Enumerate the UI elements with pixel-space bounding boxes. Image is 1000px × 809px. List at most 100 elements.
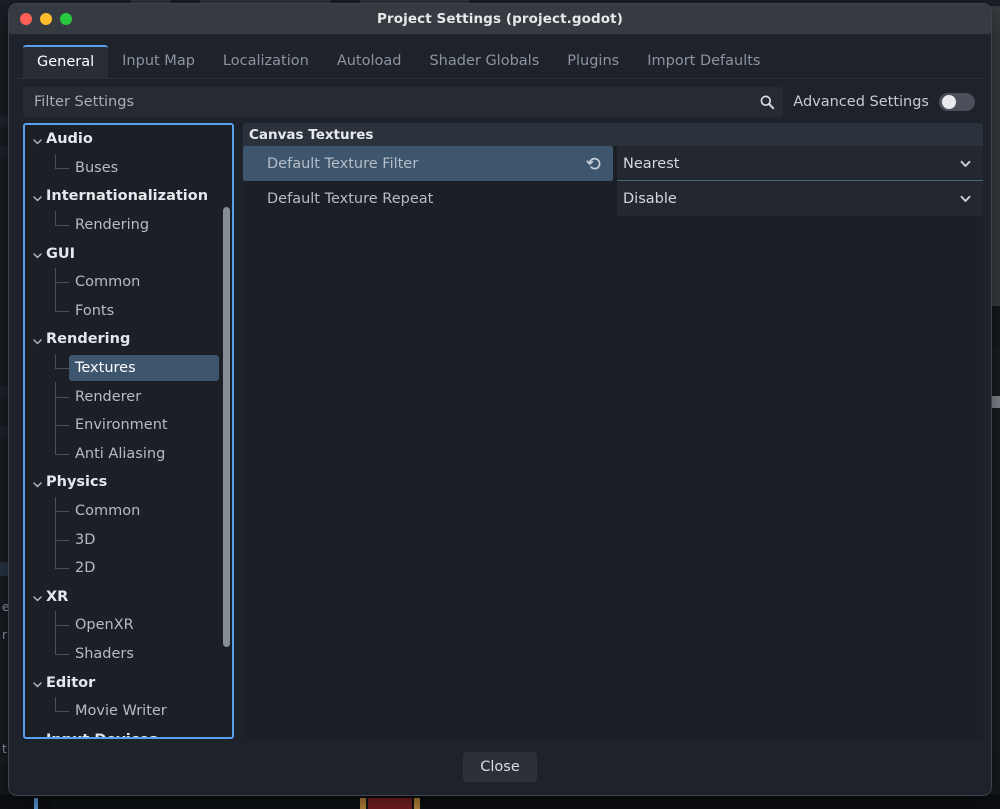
tree-item-audio[interactable]: Audio	[25, 125, 223, 154]
filter-settings-box[interactable]	[23, 87, 783, 117]
tree-item-label: GUI	[46, 246, 75, 262]
tree-item-internationalization[interactable]: Internationalization	[25, 182, 223, 211]
tree-scroll-area: Audio Buses Internationalization	[25, 125, 223, 737]
property-label: Default Texture Filter	[243, 146, 613, 181]
chevron-down-icon[interactable]	[958, 156, 973, 171]
tree-item-textures[interactable]: Textures	[25, 354, 223, 383]
tree-scrollbar[interactable]	[223, 127, 230, 735]
tab-shader-globals[interactable]: Shader Globals	[415, 45, 553, 78]
tree-item-input-devices[interactable]: Input Devices	[25, 725, 223, 737]
tree-item-label: Anti Aliasing	[75, 446, 165, 462]
tree-item-renderer[interactable]: Renderer	[25, 382, 223, 411]
tree-connector	[55, 168, 69, 169]
chevron-down-icon[interactable]	[31, 247, 44, 260]
tree-item-2d[interactable]: 2D	[25, 554, 223, 583]
tree-connector	[55, 297, 56, 311]
tree-item-label: Textures	[75, 360, 136, 376]
tab-input-map[interactable]: Input Map	[108, 45, 209, 78]
tree-connector	[55, 154, 56, 168]
property-row-default-texture-filter[interactable]: Default Texture Filter Nearest	[243, 146, 983, 181]
project-settings-dialog: Project Settings (project.godot) General…	[8, 3, 992, 796]
settings-main-area: Audio Buses Internationalization	[15, 123, 985, 739]
window-close-button[interactable]	[20, 13, 32, 25]
property-label: Default Texture Repeat	[243, 181, 613, 216]
property-row-default-texture-repeat[interactable]: Default Texture Repeat Disable	[243, 181, 983, 216]
window-minimize-button[interactable]	[40, 13, 52, 25]
tree-connector	[55, 625, 69, 626]
tab-localization[interactable]: Localization	[209, 45, 323, 78]
tree-item-environment[interactable]: Environment	[25, 411, 223, 440]
tree-item-label: Buses	[75, 160, 118, 176]
tree-item-label: Internationalization	[46, 188, 208, 204]
tree-item-anti-aliasing[interactable]: Anti Aliasing	[25, 440, 223, 469]
tree-connector	[55, 711, 69, 712]
dropdown-default-texture-filter[interactable]: Nearest	[617, 146, 983, 181]
search-icon[interactable]	[759, 94, 775, 110]
tree-item-label: Shaders	[75, 646, 134, 662]
tree-item-buses[interactable]: Buses	[25, 154, 223, 183]
tree-item-openxr[interactable]: OpenXR	[25, 611, 223, 640]
tree-item-common-physics[interactable]: Common	[25, 497, 223, 526]
tree-item-label: Editor	[46, 675, 95, 691]
tree-item-movie-writer[interactable]: Movie Writer	[25, 697, 223, 726]
tree-item-label: Environment	[75, 417, 168, 433]
settings-category-tree[interactable]: Audio Buses Internationalization	[23, 123, 234, 739]
dropdown-value: Disable	[623, 191, 958, 207]
tree-item-rendering-i18n[interactable]: Rendering	[25, 211, 223, 240]
chevron-down-icon[interactable]	[31, 190, 44, 203]
tree-item-shaders[interactable]: Shaders	[25, 640, 223, 669]
tree-item-rendering[interactable]: Rendering	[25, 325, 223, 354]
tree-connector	[55, 311, 69, 312]
tree-connector	[55, 697, 56, 711]
tree-connector	[55, 540, 69, 541]
chevron-down-icon[interactable]	[958, 191, 973, 206]
dropdown-value: Nearest	[623, 156, 958, 172]
settings-tab-bar: General Input Map Localization Autoload …	[15, 43, 985, 79]
tree-item-label: OpenXR	[75, 617, 134, 633]
tree-item-label: Rendering	[46, 331, 130, 347]
tree-item-label: XR	[46, 589, 68, 605]
tree-connector	[55, 425, 69, 426]
tree-item-label: Physics	[46, 474, 107, 490]
chevron-down-icon[interactable]	[31, 590, 44, 603]
toggle-knob	[942, 95, 956, 109]
tree-item-xr[interactable]: XR	[25, 583, 223, 612]
window-maximize-button[interactable]	[60, 13, 72, 25]
tree-item-fonts[interactable]: Fonts	[25, 297, 223, 326]
tree-connector	[55, 454, 69, 455]
tree-item-label: Input Devices	[46, 732, 158, 737]
tree-connector	[55, 554, 56, 568]
chevron-down-icon[interactable]	[31, 733, 44, 737]
window-title: Project Settings (project.godot)	[9, 11, 991, 27]
search-input[interactable]	[34, 94, 759, 110]
chevron-down-icon[interactable]	[31, 333, 44, 346]
chevron-down-icon[interactable]	[31, 476, 44, 489]
section-header-canvas-textures: Canvas Textures	[243, 123, 983, 146]
tree-scrollbar-thumb[interactable]	[223, 207, 230, 647]
tab-autoload[interactable]: Autoload	[323, 45, 416, 78]
tree-connector	[55, 640, 56, 654]
tree-item-label: Renderer	[75, 389, 141, 405]
tab-plugins[interactable]: Plugins	[553, 45, 633, 78]
tab-import-defaults[interactable]: Import Defaults	[633, 45, 774, 78]
tree-item-gui[interactable]: GUI	[25, 239, 223, 268]
dialog-footer: Close	[9, 739, 991, 795]
background-text-fragment: t	[2, 742, 7, 756]
tree-item-physics[interactable]: Physics	[25, 468, 223, 497]
tree-item-common-gui[interactable]: Common	[25, 268, 223, 297]
tree-item-3d[interactable]: 3D	[25, 525, 223, 554]
revert-icon[interactable]	[586, 155, 603, 172]
tree-connector	[55, 211, 56, 225]
filter-row: Advanced Settings	[23, 87, 983, 117]
dropdown-default-texture-repeat[interactable]: Disable	[617, 181, 983, 216]
close-button[interactable]: Close	[463, 752, 537, 782]
chevron-down-icon[interactable]	[31, 676, 44, 689]
background-text-fragment: r	[2, 628, 7, 642]
tree-item-editor[interactable]: Editor	[25, 668, 223, 697]
chevron-down-icon[interactable]	[31, 133, 44, 146]
tree-connector	[55, 282, 69, 283]
advanced-settings-toggle[interactable]	[939, 93, 975, 111]
tree-connector	[55, 368, 69, 369]
tab-general[interactable]: General	[23, 45, 108, 78]
property-label-text: Default Texture Repeat	[267, 191, 433, 207]
